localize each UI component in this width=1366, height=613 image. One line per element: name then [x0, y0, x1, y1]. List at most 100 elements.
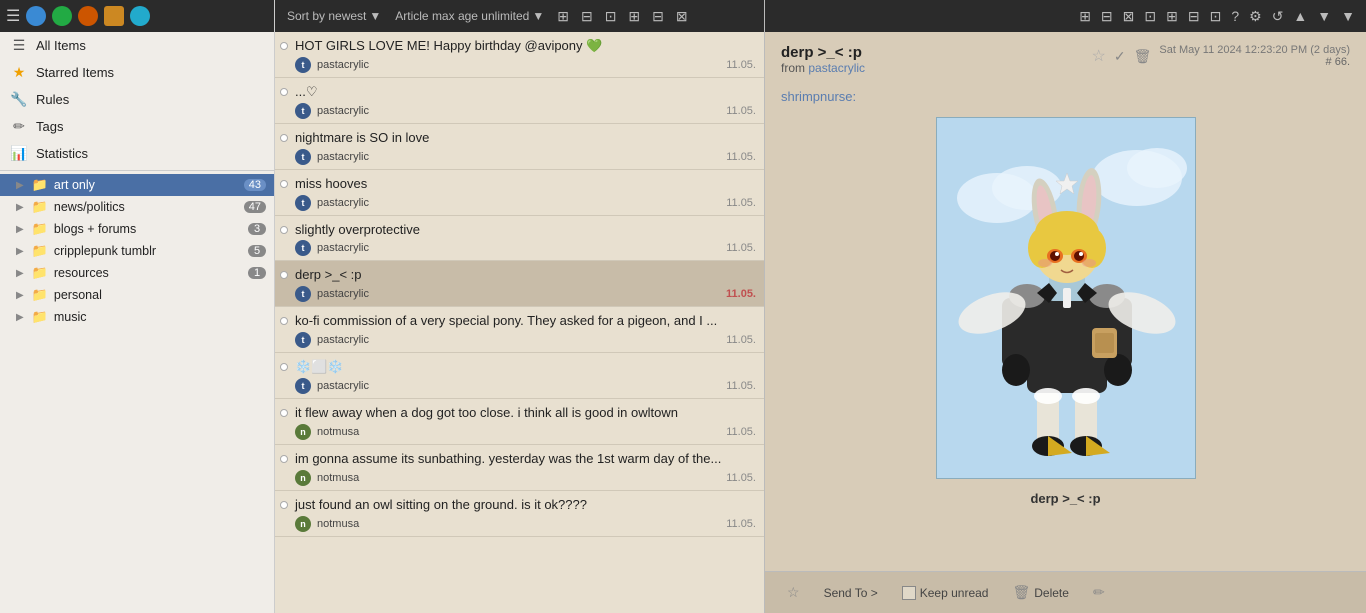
- article-date: Sat May 11 2024 12:23:20 PM (2 days): [1159, 44, 1350, 56]
- feed-count: 5: [248, 245, 266, 257]
- article-row[interactable]: ko-fi commission of a very special pony.…: [275, 307, 764, 353]
- expand-icon: ▶: [16, 246, 24, 257]
- article-author-link[interactable]: pastacrylic: [808, 61, 865, 75]
- scroll-up-btn[interactable]: ▲: [1290, 6, 1310, 26]
- feed-item-news-politics[interactable]: ▶ 📁 news/politics 47: [0, 196, 274, 218]
- more-btn[interactable]: ▼: [1338, 6, 1358, 26]
- read-indicator: [280, 226, 288, 234]
- article-mark-read-icon[interactable]: ✓: [1114, 48, 1126, 65]
- rules-icon: 🔧: [10, 91, 28, 108]
- article-row[interactable]: nightmare is SO in love t pastacrylic 11…: [275, 124, 764, 170]
- article-row[interactable]: miss hooves t pastacrylic 11.05.: [275, 170, 764, 216]
- edit-footer-btn[interactable]: ✏: [1087, 580, 1111, 605]
- article-body-link[interactable]: shrimpnurse:: [781, 89, 856, 104]
- nav-label-tags: Tags: [36, 119, 264, 134]
- refresh-btn[interactable]: ↺: [1269, 6, 1287, 27]
- feed-item-resources[interactable]: ▶ 📁 resources 1: [0, 262, 274, 284]
- view-mode-btn-4[interactable]: ⊞: [625, 6, 643, 27]
- view-mode-btn-1[interactable]: ⊞: [554, 6, 572, 27]
- delete-footer-icon: 🗑: [1012, 584, 1030, 601]
- article-title: just found an owl sitting on the ground.…: [295, 497, 756, 514]
- article-view-toolbar: ⊞ ⊟ ⊠ ⊡ ⊞ ⊟ ⊡ ? ⚙ ↺ ▲ ▼ ▼: [765, 0, 1366, 32]
- feed-item-art-only[interactable]: ▶ 📁 art only 43: [0, 174, 274, 196]
- feed-item-blogs-forums[interactable]: ▶ 📁 blogs + forums 3: [0, 218, 274, 240]
- avatar: t: [295, 332, 311, 348]
- read-indicator: [280, 409, 288, 417]
- help-btn[interactable]: ?: [1228, 6, 1242, 26]
- feed-item-music[interactable]: ▶ 📁 music: [0, 306, 274, 328]
- age-label: Article max age unlimited: [395, 9, 529, 23]
- article-meta: t pastacrylic 11.05.: [295, 149, 756, 165]
- view-mode-btn-6[interactable]: ⊠: [673, 6, 691, 27]
- article-row[interactable]: HOT GIRLS LOVE ME! Happy birthday @avipo…: [275, 32, 764, 78]
- keep-unread-checkbox[interactable]: [902, 586, 916, 600]
- article-date: 11.05.: [726, 380, 756, 392]
- view-mode-btn-3[interactable]: ⊡: [602, 6, 620, 27]
- article-meta: n notmusa 11.05.: [295, 470, 756, 486]
- feed-item-personal[interactable]: ▶ 📁 personal: [0, 284, 274, 306]
- nav-item-statistics[interactable]: 📊 Statistics: [0, 140, 274, 167]
- view-layout-btn-1[interactable]: ⊞: [1076, 6, 1094, 27]
- feed-count: 47: [244, 201, 266, 213]
- avatar: t: [295, 195, 311, 211]
- article-row[interactable]: ...♡ t pastacrylic 11.05.: [275, 78, 764, 124]
- settings-btn[interactable]: ⚙: [1246, 6, 1265, 27]
- view-layout-btn-2[interactable]: ⊟: [1098, 6, 1116, 27]
- feed-label: cripplepunk tumblr: [54, 244, 242, 258]
- article-author: pastacrylic: [317, 380, 369, 392]
- article-row[interactable]: just found an owl sitting on the ground.…: [275, 491, 764, 537]
- read-indicator: [280, 363, 288, 371]
- article-title: HOT GIRLS LOVE ME! Happy birthday @avipo…: [295, 38, 756, 55]
- feed-label: art only: [54, 178, 238, 192]
- article-row[interactable]: slightly overprotective t pastacrylic 11…: [275, 216, 764, 262]
- view-layout-btn-4[interactable]: ⊡: [1141, 6, 1159, 27]
- article-row[interactable]: it flew away when a dog got too close. i…: [275, 399, 764, 445]
- article-list: Sort by newest ▼ Article max age unlimit…: [275, 0, 765, 613]
- feed-label: news/politics: [54, 200, 238, 214]
- article-date-ago: (2 days): [1310, 44, 1350, 56]
- view-layout-btn-5[interactable]: ⊞: [1163, 6, 1181, 27]
- send-to-btn[interactable]: Send To >: [818, 582, 884, 604]
- folder-icon: 📁: [32, 177, 48, 193]
- article-title: it flew away when a dog got too close. i…: [295, 405, 756, 422]
- delete-footer-btn[interactable]: 🗑 Delete: [1006, 580, 1074, 605]
- keep-unread-btn[interactable]: Keep unread: [896, 582, 995, 604]
- article-star-btn[interactable]: ☆: [1092, 46, 1106, 66]
- view-layout-btn-6[interactable]: ⊟: [1185, 6, 1203, 27]
- nav-item-all-items[interactable]: ☰ All Items: [0, 32, 274, 59]
- article-author: pastacrylic: [317, 105, 369, 117]
- feed-item-cripplepunk[interactable]: ▶ 📁 cripplepunk tumblr 5: [0, 240, 274, 262]
- article-row[interactable]: ❄️⬜❄️ t pastacrylic 11.05.: [275, 353, 764, 399]
- scroll-down-btn[interactable]: ▼: [1314, 6, 1334, 26]
- age-dropdown-icon: ▼: [532, 9, 544, 23]
- star-footer-icon: ☆: [787, 584, 800, 601]
- article-row-selected[interactable]: derp >_< :p t pastacrylic 11.05.: [275, 261, 764, 307]
- article-date: 11.05.: [726, 59, 756, 71]
- article-date: 11.05.: [726, 197, 756, 209]
- feed-label: resources: [54, 266, 242, 280]
- view-layout-btn-3[interactable]: ⊠: [1120, 6, 1138, 27]
- article-date: 11.05.: [726, 151, 756, 163]
- sort-button[interactable]: Sort by newest ▼: [283, 7, 385, 25]
- article-meta: t pastacrylic 11.05.: [295, 103, 756, 119]
- article-meta: t pastacrylic 11.05.: [295, 332, 756, 348]
- article-delete-icon[interactable]: 🗑: [1134, 48, 1152, 65]
- article-date: 11.05.: [726, 334, 756, 346]
- article-meta: t pastacrylic 11.05.: [295, 286, 756, 302]
- nav-item-rules[interactable]: 🔧 Rules: [0, 86, 274, 113]
- nav-label-statistics: Statistics: [36, 146, 264, 161]
- view-layout-btn-7[interactable]: ⊡: [1207, 6, 1225, 27]
- age-filter-button[interactable]: Article max age unlimited ▼: [391, 7, 548, 25]
- hamburger-icon[interactable]: ☰: [6, 6, 20, 26]
- article-row[interactable]: im gonna assume its sunbathing. yesterda…: [275, 445, 764, 491]
- expand-icon: ▶: [16, 180, 24, 191]
- view-mode-btn-2[interactable]: ⊟: [578, 6, 596, 27]
- article-author: notmusa: [317, 472, 359, 484]
- nav-item-starred[interactable]: ★ Starred Items: [0, 59, 274, 86]
- article-date: 11.05.: [726, 426, 756, 438]
- nav-item-tags[interactable]: ✏ Tags: [0, 113, 274, 140]
- view-mode-btn-5[interactable]: ⊟: [649, 6, 667, 27]
- star-footer-btn[interactable]: ☆: [781, 580, 806, 605]
- star-nav-icon: ★: [10, 64, 28, 81]
- article-date-block: Sat May 11 2024 12:23:20 PM (2 days) # 6…: [1159, 44, 1350, 68]
